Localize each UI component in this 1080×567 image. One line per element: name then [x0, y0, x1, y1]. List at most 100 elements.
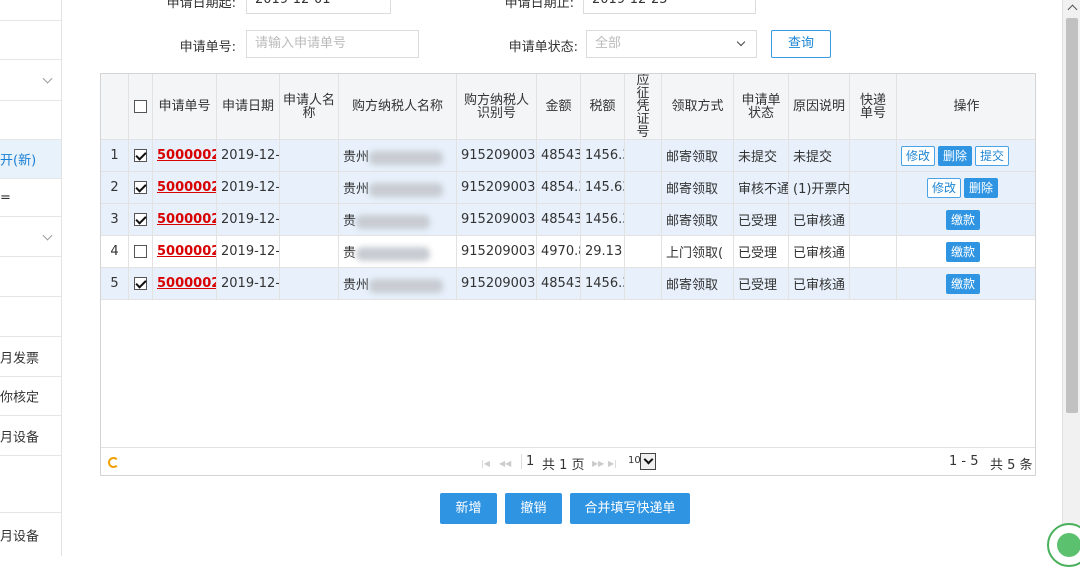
column-header[interactable]: 操作: [896, 74, 1035, 140]
last-page-icon[interactable]: ▶|: [608, 459, 617, 468]
total-count: 共 5 条: [990, 458, 1033, 473]
sidebar-item[interactable]: [0, 297, 61, 337]
column-header[interactable]: 应征凭证号: [624, 74, 662, 140]
page-scrollbar[interactable]: [1062, 0, 1080, 556]
delete-button[interactable]: 删除: [964, 177, 999, 198]
range-text: 1 - 5: [949, 454, 979, 469]
column-header[interactable]: 税额: [580, 74, 625, 140]
column-header[interactable]: 金额: [536, 74, 581, 140]
pager: |◀ ◀◀ 1 共 1 页 ▶▶ ▶| 10 1 - 5 共 5 条: [101, 447, 1035, 475]
column-header[interactable]: 原因说明: [788, 74, 850, 140]
revoke-button[interactable]: 撤销: [505, 493, 562, 524]
sidebar-item[interactable]: 月发票: [0, 337, 61, 377]
pay-button[interactable]: 缴款: [946, 241, 981, 262]
add-button[interactable]: 新增: [440, 493, 497, 524]
amount-cell: 48543: [536, 267, 581, 300]
buyer-id-cell: 9152090031: [456, 235, 537, 268]
pay-button[interactable]: 缴款: [946, 273, 981, 294]
sidebar-item-active[interactable]: 开(新): [0, 140, 61, 179]
date-cell: 2019-12-: [216, 139, 280, 172]
row-checkbox[interactable]: [134, 277, 147, 290]
sidebar-item[interactable]: [0, 456, 61, 513]
page-size-dropdown-icon[interactable]: [640, 453, 656, 470]
date-start-input[interactable]: 2019-12-01: [246, 0, 391, 14]
reason-cell: 已审核通: [788, 235, 850, 268]
sidebar-item-expandable[interactable]: [0, 217, 61, 257]
reason-cell: 已审核通: [788, 267, 850, 300]
pickup-cell: 邮寄领取: [661, 171, 734, 204]
pay-button[interactable]: 缴款: [946, 209, 981, 230]
order-no-link[interactable]: 50000026: [157, 180, 216, 195]
column-header[interactable]: 领取方式: [661, 74, 734, 140]
edit-button[interactable]: 修改: [927, 177, 962, 198]
edit-button[interactable]: 修改: [901, 145, 936, 166]
sidebar-item[interactable]: [0, 21, 61, 60]
assistant-icon[interactable]: [1047, 523, 1080, 567]
status-select[interactable]: 全部: [586, 30, 757, 58]
select-all-checkbox[interactable]: [134, 100, 147, 113]
column-header[interactable]: 申请单状态: [733, 74, 789, 140]
next-page-icon[interactable]: ▶▶: [592, 459, 604, 468]
applicant-cell: [279, 171, 339, 204]
select-all-header[interactable]: [128, 74, 153, 140]
row-checkbox[interactable]: [134, 245, 147, 258]
submit-button[interactable]: 提交: [975, 145, 1010, 166]
express-cell: [849, 267, 897, 300]
page-size-value[interactable]: 10: [627, 453, 641, 470]
column-header[interactable]: 申请人名称: [279, 74, 339, 140]
sidebar-item-expandable[interactable]: [0, 60, 61, 101]
order-no-cell: 50000026: [152, 235, 217, 268]
row-checkbox[interactable]: [134, 181, 147, 194]
first-page-icon[interactable]: |◀: [481, 459, 490, 468]
date-end-label: 申请日期止:: [504, 0, 574, 11]
column-header[interactable]: 购方纳税人识别号: [456, 74, 537, 140]
sidebar-item[interactable]: 月设备: [0, 513, 61, 556]
order-no-link[interactable]: 50000026: [157, 148, 216, 163]
chevron-down-icon: [736, 37, 746, 47]
tax-cell: 1456.3: [580, 267, 625, 300]
scroll-up-icon[interactable]: [1067, 2, 1077, 12]
refresh-icon[interactable]: [108, 457, 119, 468]
row-select-cell: [128, 267, 153, 300]
table-row[interactable]: 5 500000262019-12- 贵州 9152090031485431456.3…: [101, 267, 1035, 300]
buyer-name-text: 贵州: [343, 278, 370, 293]
row-select-cell: [128, 139, 153, 172]
order-no-input[interactable]: 请输入申请单号: [246, 30, 419, 58]
order-no-link[interactable]: 50000026: [157, 244, 216, 259]
amount-cell: 48543: [536, 139, 581, 172]
table-row[interactable]: 3 500000262019-12- 贵 9152090031485431456.3 邮…: [101, 203, 1035, 236]
table-row[interactable]: 4 500000262019-12- 贵 91520900314970.829.13 上…: [101, 235, 1035, 268]
current-page[interactable]: 1: [521, 454, 534, 469]
column-header[interactable]: 快递单号: [849, 74, 897, 140]
sidebar-item[interactable]: =: [0, 179, 61, 217]
prev-page-icon[interactable]: ◀◀: [499, 459, 511, 468]
status-cell: 已受理: [733, 235, 789, 268]
sidebar-item[interactable]: 月设备: [0, 416, 61, 456]
column-header[interactable]: 申请日期: [216, 74, 280, 140]
sidebar-item[interactable]: 你核定: [0, 377, 61, 416]
row-checkbox[interactable]: [134, 213, 147, 226]
query-button[interactable]: 查询: [771, 30, 831, 58]
column-header[interactable]: 申请单号: [152, 74, 217, 140]
sidebar-item[interactable]: [0, 0, 61, 21]
delete-button[interactable]: 删除: [938, 145, 973, 166]
reason-cell: (1)开票内: [788, 171, 850, 204]
sidebar-item[interactable]: [0, 257, 61, 297]
row-checkbox[interactable]: [134, 149, 147, 162]
amount-cell: 4970.8: [536, 235, 581, 268]
reason-cell: 已审核通: [788, 203, 850, 236]
table-row[interactable]: 2 500000262019-12- 贵州 91520900314854.3145.6…: [101, 171, 1035, 204]
merge-express-button[interactable]: 合并填写快递单: [570, 493, 690, 524]
sidebar-item[interactable]: [0, 101, 61, 140]
order-no-link[interactable]: 50000026: [157, 212, 216, 227]
order-no-cell: 50000026: [152, 267, 217, 300]
row-select-cell: [128, 171, 153, 204]
date-end-input[interactable]: 2019-12-25: [583, 0, 756, 14]
scrollbar-thumb[interactable]: [1066, 18, 1078, 413]
buyer-name-text: 贵州: [343, 150, 370, 165]
column-header[interactable]: 购方纳税人名称: [338, 74, 457, 140]
buyer-name-text: 贵州: [343, 182, 370, 197]
date-cell: 2019-12-: [216, 203, 280, 236]
table-row[interactable]: 1 500000262019-12- 贵州 9152090031485431456.3…: [101, 139, 1035, 172]
order-no-link[interactable]: 50000026: [157, 276, 216, 291]
